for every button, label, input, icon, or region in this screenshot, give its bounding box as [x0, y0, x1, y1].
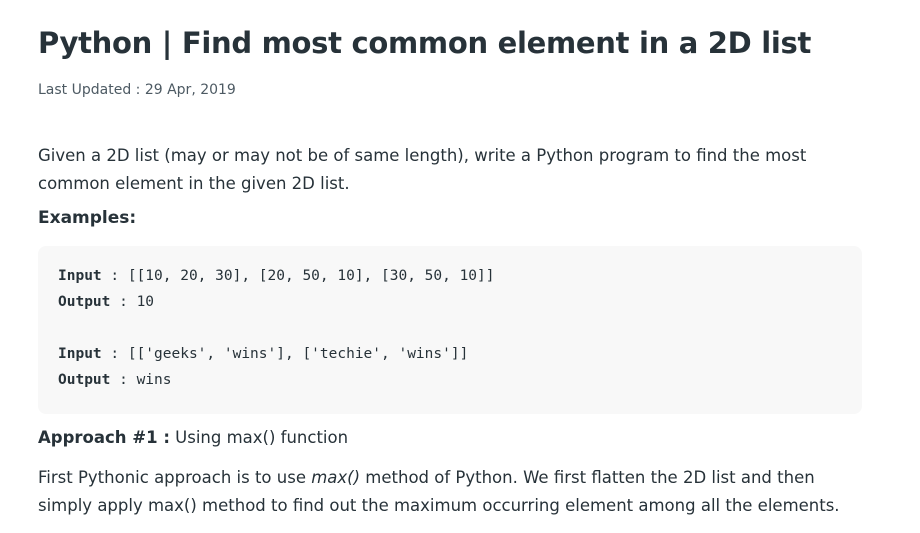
output-value: : wins — [110, 372, 172, 388]
approach-heading: Approach #1 : Using max() function — [38, 428, 348, 447]
approach-text: Using max() function — [169, 428, 349, 447]
input-value: : [['geeks', 'wins'], ['techie', 'wins']… — [101, 346, 469, 362]
last-updated-date: 29 Apr, 2019 — [144, 82, 236, 98]
approach-desc-emphasis: max() — [311, 468, 361, 487]
approach-desc-before: First Pythonic approach is to use — [38, 468, 312, 487]
input-value: : [[10, 20, 30], [20, 50, 10], [30, 50, … — [101, 268, 495, 284]
example-1-output: Output : 10 — [58, 294, 154, 310]
example-1-input: Input : [[10, 20, 30], [20, 50, 10], [30… — [58, 268, 495, 284]
example-2-input: Input : [['geeks', 'wins'], ['techie', '… — [58, 346, 468, 362]
input-label: Input — [58, 346, 102, 362]
examples-code-block: Input : [[10, 20, 30], [20, 50, 10], [30… — [38, 246, 862, 414]
examples-heading: Examples: — [38, 208, 137, 228]
last-updated: Last Updated : 29 Apr, 2019 — [38, 82, 236, 98]
output-label: Output — [58, 294, 111, 310]
last-updated-label: Last Updated : — [38, 82, 145, 98]
approach-description: First Pythonic approach is to use max() … — [38, 464, 862, 520]
approach-label: Approach #1 : — [38, 428, 170, 447]
output-label: Output — [58, 372, 111, 388]
page-title: Python | Find most common element in a 2… — [38, 26, 812, 60]
input-label: Input — [58, 268, 102, 284]
intro-paragraph: Given a 2D list (may or may not be of sa… — [38, 146, 807, 193]
output-value: : 10 — [110, 294, 155, 310]
example-2-output: Output : wins — [58, 372, 172, 388]
